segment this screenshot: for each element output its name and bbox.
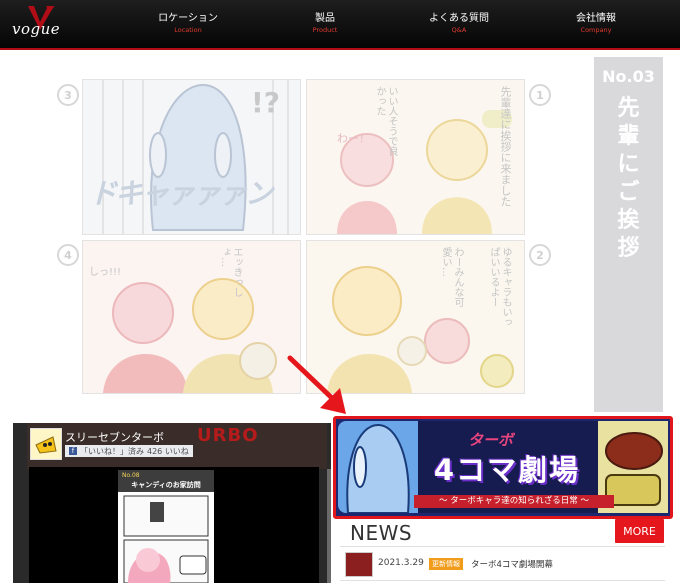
comic-panel-1: 先輩達に挨拶に来ました いい人そうで良かった わー！ [306,79,525,235]
nav-product[interactable]: 製品 Product [280,13,370,35]
vogue-logo[interactable]: vogue [12,6,72,44]
speech-bubble-mascots: ゆるキャラもいっぱいいるよー [488,247,511,327]
nav-product-sublabel: Product [312,26,338,34]
news-divider [340,546,665,547]
logo-text: vogue [12,20,61,38]
episode-title-char: ご [617,180,640,205]
nav-product-label: 製品 [315,13,335,24]
fb-scrollbar[interactable] [327,469,331,583]
girls-greeting-illustration [307,80,524,234]
speech-bubble-greeting: 先輩達に挨拶に来ました [499,86,512,207]
manga-episode-number: No.08 [122,472,140,479]
banner-subtitle: 〜 ターボキャラ達の知られざる日常 〜 [414,495,614,508]
speech-bubble-wow: わー！ [337,132,370,145]
episode-title-char: に [617,152,640,177]
episode-title: 先 輩 に ご 挨 拶 [594,95,663,263]
fb-cover-text: URBO [197,425,259,446]
turbo-4koma-banner[interactable]: ターボ 4コマ劇場 〜 ターボキャラ達の知られざる日常 〜 [333,416,673,519]
nav-qa-sublabel: Q&A [451,26,467,34]
news-more-button[interactable]: MORE [615,519,664,543]
nav-company-label: 会社情報 [576,13,616,24]
episode-title-char: 先 [617,96,640,121]
episode-title-char: 輩 [617,124,640,149]
comic-exclaim-mark: !? [251,86,281,119]
news-list-item[interactable]: 2021.3.29 更新情報 ターボ4コマ劇場開幕 [345,552,665,580]
nav-location[interactable]: ロケーション Location [143,13,233,35]
mascot-avatar-icon [35,436,57,454]
nav-location-label: ロケーション [158,13,218,24]
nav-company-sublabel: Company [580,26,612,34]
episode-title-char: 挨 [617,208,640,233]
fb-manga-post-image[interactable]: No.08 キャンディのお家訪問 [118,470,214,583]
speech-bubble-gross: エッきっしょ… [219,247,242,297]
panel-number-1: 1 [529,84,551,106]
news-category-badge: 更新情報 [429,558,463,570]
news-heading: NEWS [350,521,413,545]
speech-bubble-relief: いい人そうで良かった [374,86,397,156]
episode-title-char: 拶 [617,236,640,261]
panel-number-4: 4 [57,244,79,266]
fb-like-count: 426 いいね [147,446,189,456]
speech-bubble-cute: わーみんな可愛い… [440,247,463,307]
fb-like-button[interactable]: f 「いいね！」済み 426 いいね [65,445,193,457]
nav-qa-label: よくある質問 [429,13,489,24]
news-thumbnail [345,552,373,577]
comic-episode-sidebar: No.03 先 輩 に ご 挨 拶 [594,57,663,412]
site-header: vogue ロケーション Location 製品 Product よくある質問 … [0,0,680,50]
nav-qa[interactable]: よくある質問 Q&A [414,13,504,35]
nav-company[interactable]: 会社情報 Company [551,13,641,35]
panel-number-3: 3 [57,84,79,106]
facebook-icon: f [69,447,77,455]
fb-profile-avatar[interactable] [30,428,62,460]
comic-panel-4: エッきっしょ… しっ!!! [82,240,301,394]
fb-page-name[interactable]: スリーセブンターボ [65,429,164,445]
nav-location-sublabel: Location [174,26,202,34]
speech-bubble-shush: しっ!!! [89,267,122,278]
manga-title: キャンディのお家訪問 [131,481,201,489]
episode-number: No.03 [602,67,655,86]
news-divider [340,580,665,581]
news-headline-link[interactable]: ターボ4コマ劇場開幕 [471,558,553,570]
banner-main-title: 4コマ劇場 [433,453,581,487]
comic-sfx-text: ドキャァァァン [89,177,273,210]
panel-number-2: 2 [529,244,551,266]
red-arrow-icon [287,355,346,414]
news-date: 2021.3.29 [378,558,424,568]
fb-liked-label: 「いいね！」済み [80,446,144,456]
comic-panel-3: ドキャァァァン !? [82,79,301,235]
manga-pink-girl-illustration [122,494,210,583]
